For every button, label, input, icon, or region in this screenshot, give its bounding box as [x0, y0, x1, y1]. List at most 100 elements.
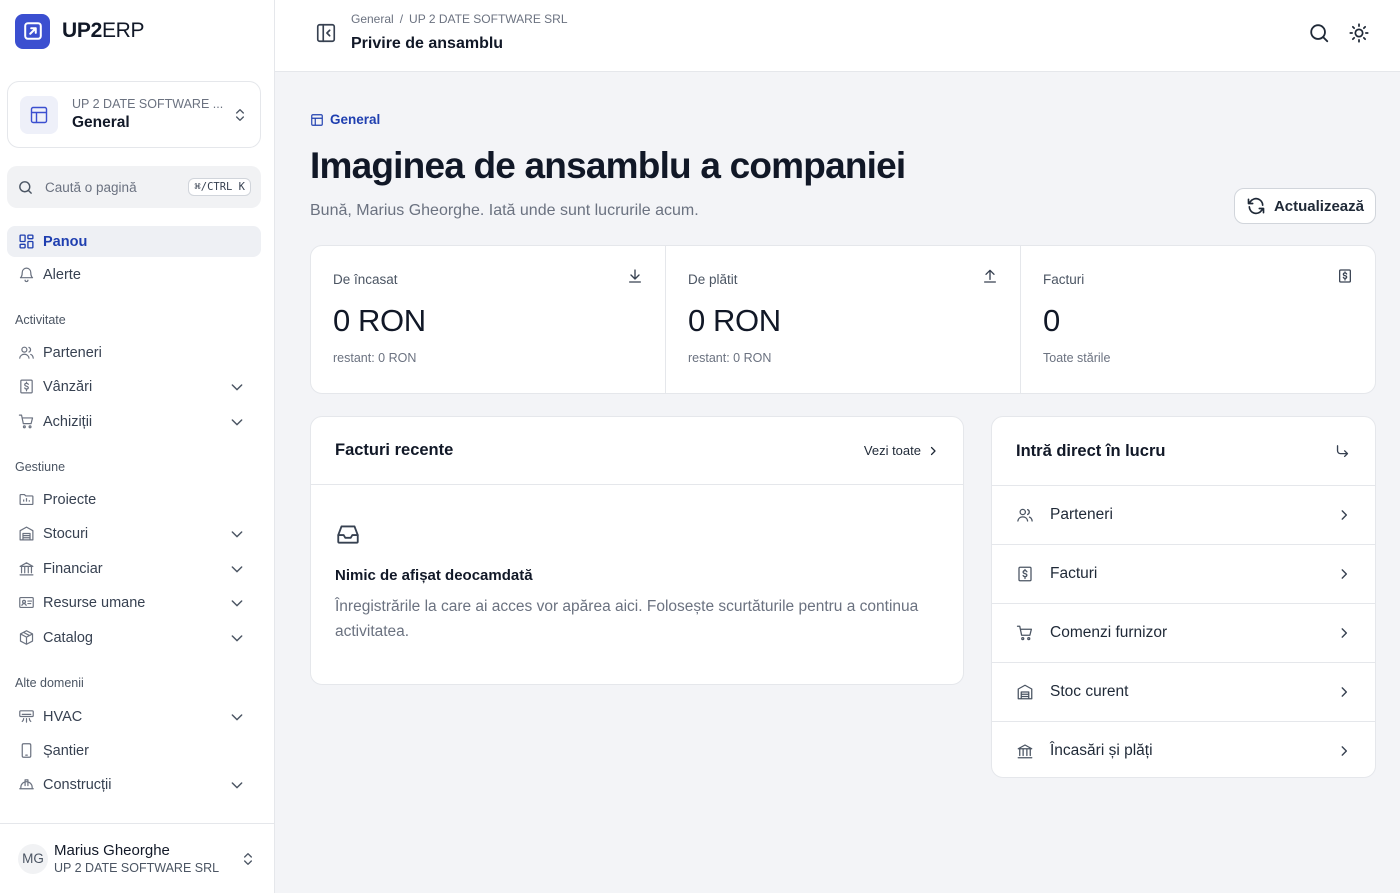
sidebar-item-resurse-umane[interactable]: Resurse umane: [7, 587, 261, 618]
sidebar-item-proiecte[interactable]: Proiecte: [7, 484, 261, 515]
quick-item-stoc-curent[interactable]: Stoc curent: [992, 662, 1375, 721]
stat-sub: restant: 0 RON: [333, 351, 417, 365]
chevron-down-icon: [229, 595, 245, 611]
stat-invoices[interactable]: Facturi 0 Toate stările: [1020, 246, 1375, 393]
air-conditioner-icon: [17, 708, 35, 726]
users-icon: [1016, 506, 1034, 524]
chevron-right-icon: [1337, 508, 1351, 522]
org-switcher[interactable]: UP 2 DATE SOFTWARE ... General: [7, 81, 261, 148]
sidebar-item-label: Financiar: [43, 560, 103, 577]
quick-item-parteneri[interactable]: Parteneri: [992, 485, 1375, 544]
sidebar-item-stocuri[interactable]: Stocuri: [7, 518, 261, 549]
stat-value: 0 RON: [688, 303, 781, 338]
sidebar-item-financiar[interactable]: Financiar: [7, 553, 261, 584]
sidebar-item-label: Vânzări: [43, 378, 93, 395]
theme-toggle-sun-icon[interactable]: [1348, 22, 1370, 44]
warehouse-icon: [1016, 683, 1034, 701]
stat-sub: restant: 0 RON: [688, 351, 772, 365]
sidebar-item-parteneri[interactable]: Parteneri: [7, 337, 261, 368]
stat-sub: Toate stările: [1043, 351, 1111, 365]
recent-invoices-title: Facturi recente: [335, 441, 454, 459]
invoice-icon: [1337, 268, 1353, 284]
device-icon: [17, 742, 35, 760]
brand-name: UP2ERP: [62, 19, 145, 42]
page-search[interactable]: Caută o pagină ⌘/CTRL K: [7, 166, 261, 208]
section-title-alte-domenii: Alte domenii: [15, 676, 84, 690]
quick-item-facturi[interactable]: Facturi: [992, 544, 1375, 603]
sidebar: UP2ERP UP 2 DATE SOFTWARE ... General Ca…: [0, 0, 275, 893]
dashboard-heading: Imaginea de ansamblu a companiei: [310, 145, 906, 186]
refresh-button[interactable]: Actualizează: [1233, 188, 1376, 224]
bank-icon: [1016, 742, 1034, 760]
chevron-down-icon: [229, 630, 245, 646]
upload-icon: [982, 268, 998, 284]
user-profile-menu[interactable]: MG Marius Gheorghe UP 2 DATE SOFTWARE SR…: [0, 823, 274, 893]
dashboard-greeting: Bună, Marius Gheorghe. Iată unde sunt lu…: [310, 202, 699, 219]
sidebar-item-label: Alerte: [43, 266, 81, 283]
folder-icon: [17, 491, 35, 509]
invoice-icon: [17, 378, 35, 396]
search-shortcut: ⌘/CTRL K: [188, 178, 251, 196]
stat-label: De încasat: [333, 272, 398, 287]
inbox-icon: [335, 521, 939, 547]
search-icon: [17, 179, 34, 196]
empty-state-title: Nimic de afișat deocamdată: [335, 567, 533, 584]
sidebar-item-label: Parteneri: [43, 344, 102, 361]
chevron-up-down-icon: [240, 851, 256, 867]
chevron-down-icon: [229, 777, 245, 793]
quick-item-incasari-plati[interactable]: Încasări și plăți: [992, 721, 1375, 780]
search-placeholder: Caută o pagină: [45, 179, 137, 195]
refresh-icon: [1246, 196, 1266, 216]
org-name: General: [72, 114, 130, 131]
quick-item-label: Facturi: [1050, 565, 1098, 582]
avatar: MG: [18, 843, 48, 874]
sidebar-item-panou[interactable]: Panou: [7, 226, 261, 257]
brand[interactable]: UP2ERP: [15, 13, 145, 49]
hard-hat-icon: [17, 776, 35, 794]
chevron-right-icon: [927, 445, 939, 457]
breadcrumb-item[interactable]: General: [351, 12, 394, 26]
brand-logo-icon: [15, 13, 50, 49]
bank-icon: [17, 560, 35, 578]
chevron-right-icon: [1337, 685, 1351, 699]
sidebar-item-achizitii[interactable]: Achiziții: [7, 406, 261, 437]
quick-item-comenzi-furnizor[interactable]: Comenzi furnizor: [992, 603, 1375, 662]
sidebar-item-label: Construcții: [43, 776, 112, 793]
search-icon[interactable]: [1308, 22, 1330, 44]
breadcrumb-separator: /: [399, 12, 404, 26]
chevron-down-icon: [229, 526, 245, 542]
layout-icon: [310, 113, 324, 127]
chevron-down-icon: [229, 561, 245, 577]
stat-receivable[interactable]: De încasat 0 RON restant: 0 RON: [311, 246, 665, 393]
stats-panel: De încasat 0 RON restant: 0 RON De plăti…: [310, 245, 1376, 394]
stat-value: 0 RON: [333, 303, 426, 338]
cart-icon: [1016, 624, 1034, 642]
refresh-label: Actualizează: [1273, 197, 1364, 215]
sidebar-toggle-icon[interactable]: [315, 22, 337, 44]
sidebar-item-vanzari[interactable]: Vânzări: [7, 371, 261, 402]
section-chip: General: [310, 112, 380, 127]
stat-payable[interactable]: De plătit 0 RON restant: 0 RON: [665, 246, 1020, 393]
empty-state-text: Înregistrările la care ai acces vor apăr…: [335, 598, 919, 640]
sidebar-item-label: Achiziții: [43, 413, 93, 430]
profile-company: UP 2 DATE SOFTWARE SRL: [54, 861, 220, 875]
chevron-down-icon: [229, 414, 245, 430]
sidebar-item-santier[interactable]: Șantier: [7, 735, 261, 766]
breadcrumb-item[interactable]: UP 2 DATE SOFTWARE SRL: [409, 12, 567, 26]
sidebar-item-label: Panou: [43, 233, 88, 250]
chevron-down-icon: [229, 379, 245, 395]
section-chip-label: General: [330, 112, 381, 127]
stat-value: 0: [1043, 303, 1060, 338]
id-card-icon: [17, 594, 35, 612]
sidebar-item-label: Șantier: [43, 742, 89, 759]
see-all-link[interactable]: Vezi toate: [864, 443, 939, 458]
sidebar-item-catalog[interactable]: Catalog: [7, 622, 261, 653]
layout-icon: [20, 95, 58, 134]
box-icon: [17, 629, 35, 647]
quick-item-label: Parteneri: [1050, 506, 1113, 523]
sidebar-item-label: Catalog: [43, 629, 93, 646]
sidebar-item-hvac[interactable]: HVAC: [7, 701, 261, 732]
sidebar-item-alerte[interactable]: Alerte: [7, 259, 261, 290]
stat-label: De plătit: [688, 272, 738, 287]
sidebar-item-constructii[interactable]: Construcții: [7, 769, 261, 800]
